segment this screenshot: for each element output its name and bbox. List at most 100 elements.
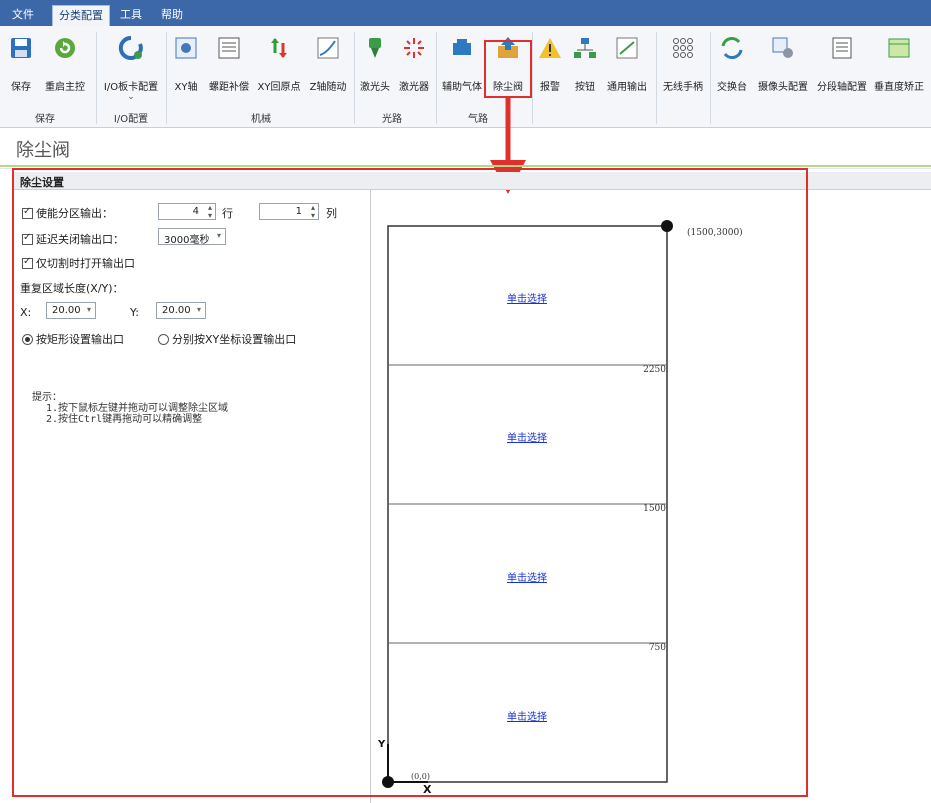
- chevron-down-icon: ▾: [196, 305, 201, 314]
- laser-icon: [404, 38, 424, 58]
- group-optical: 光路: [382, 114, 402, 125]
- radio-unselected-icon: [158, 334, 169, 345]
- x-overlap-select[interactable]: 20.00 ▾: [46, 302, 96, 319]
- rows-unit: 行: [222, 207, 233, 220]
- title-underline: [0, 165, 931, 167]
- group-io-config: I/O配置: [113, 114, 149, 125]
- zone-select-link-2[interactable]: 单击选择: [507, 571, 547, 584]
- laser-head-button[interactable]: 激光头: [356, 30, 394, 108]
- pitch-comp-label: 螺距补偿: [209, 82, 249, 93]
- divider-label-750: 750: [649, 643, 666, 653]
- menu-tab-help[interactable]: 帮助: [156, 5, 188, 26]
- y-overlap-select[interactable]: 20.00 ▾: [156, 302, 206, 319]
- pitch-compensation-button[interactable]: 螺距补偿: [206, 30, 252, 108]
- open-on-cut-label: 仅切割时打开输出口: [36, 257, 135, 270]
- segment-axis-label: 分段轴配置: [817, 82, 867, 93]
- exchange-table-label: 交换台: [717, 82, 747, 93]
- divider-label-1500: 1500: [643, 504, 666, 514]
- zone-select-link-3[interactable]: 单击选择: [507, 431, 547, 444]
- separator: [710, 32, 711, 124]
- rows-stepper[interactable]: 4 ▴ ▾: [158, 203, 216, 220]
- xy-axis-icon: [175, 37, 197, 59]
- mode-rect-radio[interactable]: 按矩形设置输出口: [22, 331, 124, 347]
- segment-axis-icon: [832, 37, 852, 59]
- separator: [354, 32, 355, 124]
- stepper-arrows-icon: ▴ ▾: [207, 203, 212, 220]
- laser-button[interactable]: 激光器: [396, 30, 432, 108]
- hint-title: 提示：: [32, 392, 62, 403]
- button-icon: [574, 38, 596, 58]
- hint-line-1: 1.按下鼠标左键并拖动可以调整除尘区域: [46, 403, 229, 414]
- delay-close-label: 延迟关闭输出口：: [36, 233, 124, 246]
- xy-home-icon: [271, 38, 287, 58]
- pitch-comp-icon: [218, 37, 240, 59]
- io-card-label: I/O板卡配置: [103, 82, 159, 93]
- xy-home-button[interactable]: XY回原点: [254, 30, 304, 108]
- laser-head-label: 激光头: [360, 82, 390, 93]
- mode-xy-label: 分别按XY坐标设置输出口: [172, 333, 297, 346]
- assist-gas-button[interactable]: 辅助气体: [440, 30, 484, 108]
- general-output-button[interactable]: 通用输出: [602, 30, 652, 108]
- separator: [96, 32, 97, 124]
- delay-close-value: 3000毫秒: [164, 235, 210, 246]
- cols-unit: 列: [326, 207, 337, 220]
- button-config-button[interactable]: 按钮: [570, 30, 600, 108]
- ribbon-toolbar: 保存 重启主控 I/O板卡配置 ⌄ XY轴 螺距补偿 XY回原点 Z轴随动 激光…: [0, 26, 931, 128]
- menu-tab-file[interactable]: 文件: [8, 5, 38, 26]
- x-overlap-value: 20.00: [52, 305, 81, 316]
- hint-line-2: 2.按住Ctrl键再拖动可以精确调整: [46, 414, 203, 425]
- chevron-down-icon: ▾: [216, 231, 221, 240]
- y-overlap-value: 20.00: [162, 305, 191, 316]
- menu-tab-tools[interactable]: 工具: [116, 5, 146, 26]
- top-right-corner-handle[interactable]: [661, 220, 673, 232]
- wireless-handle-label: 无线手柄: [663, 82, 703, 93]
- title-underline-shadow: [0, 168, 931, 169]
- output-icon: [616, 37, 638, 59]
- checkbox-checked-icon: [22, 256, 33, 269]
- y-label: Y:: [130, 306, 139, 319]
- exchange-table-button[interactable]: 交换台: [712, 30, 752, 108]
- camera-config-icon: [772, 37, 793, 58]
- dust-zone-diagram: 2250 1500 750 单击选择 单击选择 单击选择 单击选择 (1500,…: [377, 220, 743, 795]
- delay-close-select[interactable]: 3000毫秒 ▾: [158, 228, 226, 246]
- assist-gas-label: 辅助气体: [442, 82, 482, 93]
- save-icon: [11, 38, 31, 58]
- segment-axis-config-button[interactable]: 分段轴配置: [814, 30, 870, 108]
- separator: [656, 32, 657, 124]
- divider-label-2250: 2250: [643, 365, 666, 375]
- restart-icon: [55, 38, 75, 58]
- y-axis-label: Y: [377, 739, 386, 750]
- separator: [166, 32, 167, 124]
- restart-controller-button[interactable]: 重启主控: [40, 30, 90, 108]
- save-button[interactable]: 保存: [6, 30, 36, 108]
- zone-select-link-4[interactable]: 单击选择: [507, 292, 547, 305]
- group-save: 保存: [35, 114, 55, 125]
- vertical-correction-button[interactable]: 垂直度矫正: [870, 30, 928, 108]
- wireless-handle-button[interactable]: 无线手柄: [658, 30, 708, 108]
- panel-header: 除尘设置: [12, 172, 931, 190]
- cols-stepper[interactable]: 1 ▴ ▾: [259, 203, 319, 220]
- alarm-button[interactable]: 报警: [534, 30, 566, 108]
- button-label: 按钮: [575, 82, 595, 93]
- z-follow-button[interactable]: Z轴随动: [306, 30, 350, 108]
- zone-select-link-1[interactable]: 单击选择: [507, 710, 547, 723]
- xy-axis-button[interactable]: XY轴: [170, 30, 202, 108]
- x-axis-label: X: [423, 783, 432, 795]
- save-label: 保存: [11, 82, 31, 93]
- enable-zone-output-checkbox[interactable]: 使能分区输出：: [22, 205, 113, 221]
- alarm-icon: [539, 38, 561, 58]
- menu-tab-category-config[interactable]: 分类配置: [52, 5, 110, 26]
- chevron-down-icon: ▾: [86, 305, 91, 314]
- camera-config-button[interactable]: 摄像头配置: [754, 30, 812, 108]
- remote-icon: [673, 38, 693, 58]
- radio-selected-icon: [22, 334, 33, 345]
- mode-xy-radio[interactable]: 分别按XY坐标设置输出口: [158, 331, 296, 347]
- camera-config-label: 摄像头配置: [758, 82, 808, 93]
- checkbox-checked-icon: [22, 206, 33, 219]
- alarm-label: 报警: [540, 82, 560, 93]
- checkbox-checked-icon: [22, 232, 33, 245]
- delay-close-checkbox[interactable]: 延迟关闭输出口：: [22, 231, 124, 247]
- io-card-config-button[interactable]: I/O板卡配置 ⌄: [100, 30, 162, 108]
- xy-home-label: XY回原点: [257, 82, 301, 93]
- open-on-cut-checkbox[interactable]: 仅切割时打开输出口: [22, 255, 135, 271]
